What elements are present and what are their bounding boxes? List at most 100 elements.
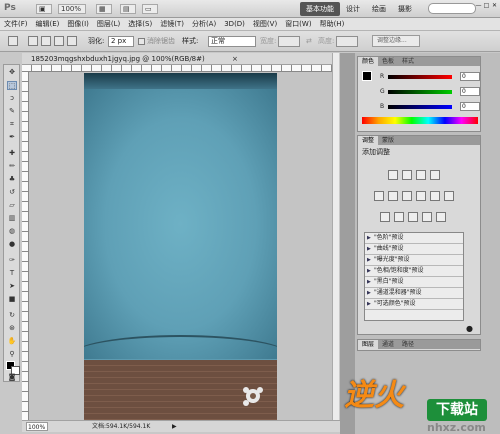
red-track[interactable] — [388, 75, 452, 79]
shape-tool-icon[interactable]: ■ — [7, 295, 17, 304]
preset-selective-color[interactable]: "可选颜色"预设 — [365, 299, 463, 310]
tab-channels[interactable]: 通道 — [378, 340, 398, 349]
channel-mixer-icon[interactable] — [444, 191, 454, 201]
new-selection-icon[interactable] — [28, 36, 38, 46]
healing-brush-tool-icon[interactable]: ✚ — [7, 149, 17, 158]
preset-black-white[interactable]: "黑白"预设 — [365, 277, 463, 288]
exposure-icon[interactable] — [430, 170, 440, 180]
hand-tool-icon[interactable]: ✋ — [7, 337, 17, 346]
add-selection-icon[interactable] — [41, 36, 51, 46]
workspace-essentials[interactable]: 基本功能 — [300, 2, 340, 16]
zoom-tool-icon[interactable]: ⚲ — [7, 350, 17, 359]
quick-select-tool-icon[interactable]: ✎ — [7, 107, 17, 116]
preset-exposure[interactable]: "曝光度"预设 — [365, 255, 463, 266]
dodge-tool-icon[interactable]: ● — [7, 240, 17, 249]
width-input[interactable] — [278, 36, 300, 47]
style-select[interactable]: 正常 — [208, 36, 256, 47]
antialias-checkbox[interactable] — [138, 38, 145, 45]
3d-rotate-tool-icon[interactable]: ↻ — [7, 311, 17, 320]
clone-stamp-tool-icon[interactable]: ♣ — [7, 175, 17, 184]
path-select-tool-icon[interactable]: ➤ — [7, 282, 17, 291]
intersect-selection-icon[interactable] — [67, 36, 77, 46]
menu-3d[interactable]: 3D(D) — [220, 18, 249, 30]
menu-analysis[interactable]: 分析(A) — [188, 18, 220, 30]
brightness-contrast-icon[interactable] — [388, 170, 398, 180]
zoom-level-field[interactable]: 100% — [26, 422, 48, 431]
vertical-scrollbar[interactable] — [332, 53, 339, 420]
levels-icon[interactable] — [402, 170, 412, 180]
search-input[interactable] — [428, 3, 476, 14]
blue-track[interactable] — [388, 105, 452, 109]
height-input[interactable] — [336, 36, 358, 47]
menu-window[interactable]: 窗口(W) — [281, 18, 315, 30]
green-track[interactable] — [388, 90, 452, 94]
lasso-tool-icon[interactable]: ↄ — [7, 94, 17, 103]
subtract-selection-icon[interactable] — [54, 36, 64, 46]
preset-channel-mixer[interactable]: "通道混和器"预设 — [365, 288, 463, 299]
vibrance-icon[interactable] — [374, 191, 384, 201]
color-fg-swatch[interactable] — [362, 71, 372, 81]
document-tab[interactable]: 185203mqgshxbduxh1jgyq.jpg @ 100%(RGB/8#… — [22, 53, 332, 65]
zoom-dropdown[interactable]: 100% — [58, 4, 86, 14]
gradient-tool-icon[interactable]: ▥ — [7, 214, 17, 223]
green-slider[interactable]: G 0 — [380, 87, 480, 97]
crop-tool-icon[interactable]: ⌗ — [7, 120, 17, 129]
marquee-tool-icon[interactable]: ⬚ — [7, 81, 17, 90]
red-value-input[interactable]: 0 — [460, 72, 480, 81]
green-value-input[interactable]: 0 — [460, 87, 480, 96]
view-extras-icon[interactable]: ▦ — [96, 4, 112, 14]
bridge-button[interactable]: ▣ — [36, 4, 52, 14]
curves-icon[interactable] — [416, 170, 426, 180]
swap-icon[interactable]: ⇄ — [306, 36, 312, 47]
move-tool-icon[interactable]: ✥ — [7, 68, 17, 77]
gradient-map-icon[interactable] — [422, 212, 432, 222]
menu-image[interactable]: 图像(I) — [63, 18, 93, 30]
selective-color-icon[interactable] — [436, 212, 446, 222]
black-white-icon[interactable] — [416, 191, 426, 201]
menu-layer[interactable]: 图层(L) — [93, 18, 124, 30]
menu-help[interactable]: 帮助(H) — [316, 18, 349, 30]
preset-curves[interactable]: "曲线"预设 — [365, 244, 463, 255]
eyedropper-tool-icon[interactable]: ✒ — [7, 133, 17, 142]
tab-adjustments[interactable]: 调整 — [358, 136, 379, 145]
invert-icon[interactable] — [380, 212, 390, 222]
eraser-tool-icon[interactable]: ▱ — [7, 201, 17, 210]
preset-levels[interactable]: "色阶"预设 — [365, 233, 463, 244]
3d-camera-tool-icon[interactable]: ⊛ — [7, 324, 17, 333]
tab-paths[interactable]: 路径 — [398, 340, 418, 349]
preset-hue-saturation[interactable]: "色相/饱和度"预设 — [365, 266, 463, 277]
close-icon[interactable]: ✕ — [491, 2, 498, 10]
menu-select[interactable]: 选择(S) — [124, 18, 156, 30]
menu-edit[interactable]: 编辑(E) — [32, 18, 64, 30]
tab-swatches[interactable]: 色板 — [378, 57, 398, 66]
photo-filter-icon[interactable] — [430, 191, 440, 201]
vertical-ruler[interactable] — [22, 72, 29, 420]
blue-value-input[interactable]: 0 — [460, 102, 480, 111]
document-image[interactable] — [84, 73, 277, 420]
threshold-icon[interactable] — [408, 212, 418, 222]
menu-view[interactable]: 视图(V) — [249, 18, 281, 30]
screen-mode-icon[interactable]: ▭ — [142, 4, 158, 14]
arrange-documents-icon[interactable]: ▤ — [120, 4, 136, 14]
blur-tool-icon[interactable]: ◍ — [7, 227, 17, 236]
maximize-icon[interactable]: □ — [483, 2, 490, 10]
status-menu-arrow-icon[interactable]: ▶ — [172, 422, 177, 432]
type-tool-icon[interactable]: T — [7, 269, 17, 278]
feather-input[interactable]: 2 px — [108, 36, 134, 47]
tool-preset-picker[interactable] — [8, 36, 18, 46]
red-slider[interactable]: R 0 — [380, 72, 480, 82]
blue-slider[interactable]: B 0 — [380, 102, 480, 112]
tab-color[interactable]: 颜色 — [358, 57, 379, 66]
history-brush-tool-icon[interactable]: ↺ — [7, 188, 17, 197]
tab-masks[interactable]: 蒙版 — [378, 136, 398, 145]
menu-filter[interactable]: 滤镜(T) — [156, 18, 188, 30]
tab-layers[interactable]: 图层 — [358, 340, 379, 349]
color-spectrum-bar[interactable] — [362, 117, 478, 124]
color-balance-icon[interactable] — [402, 191, 412, 201]
posterize-icon[interactable] — [394, 212, 404, 222]
hue-saturation-icon[interactable] — [388, 191, 398, 201]
brush-tool-icon[interactable]: ✏ — [7, 162, 17, 171]
workspace-design[interactable]: 设计 — [340, 2, 366, 16]
pen-tool-icon[interactable]: ✑ — [7, 256, 17, 265]
refine-edge-button[interactable]: 调整边缘... — [372, 35, 420, 47]
